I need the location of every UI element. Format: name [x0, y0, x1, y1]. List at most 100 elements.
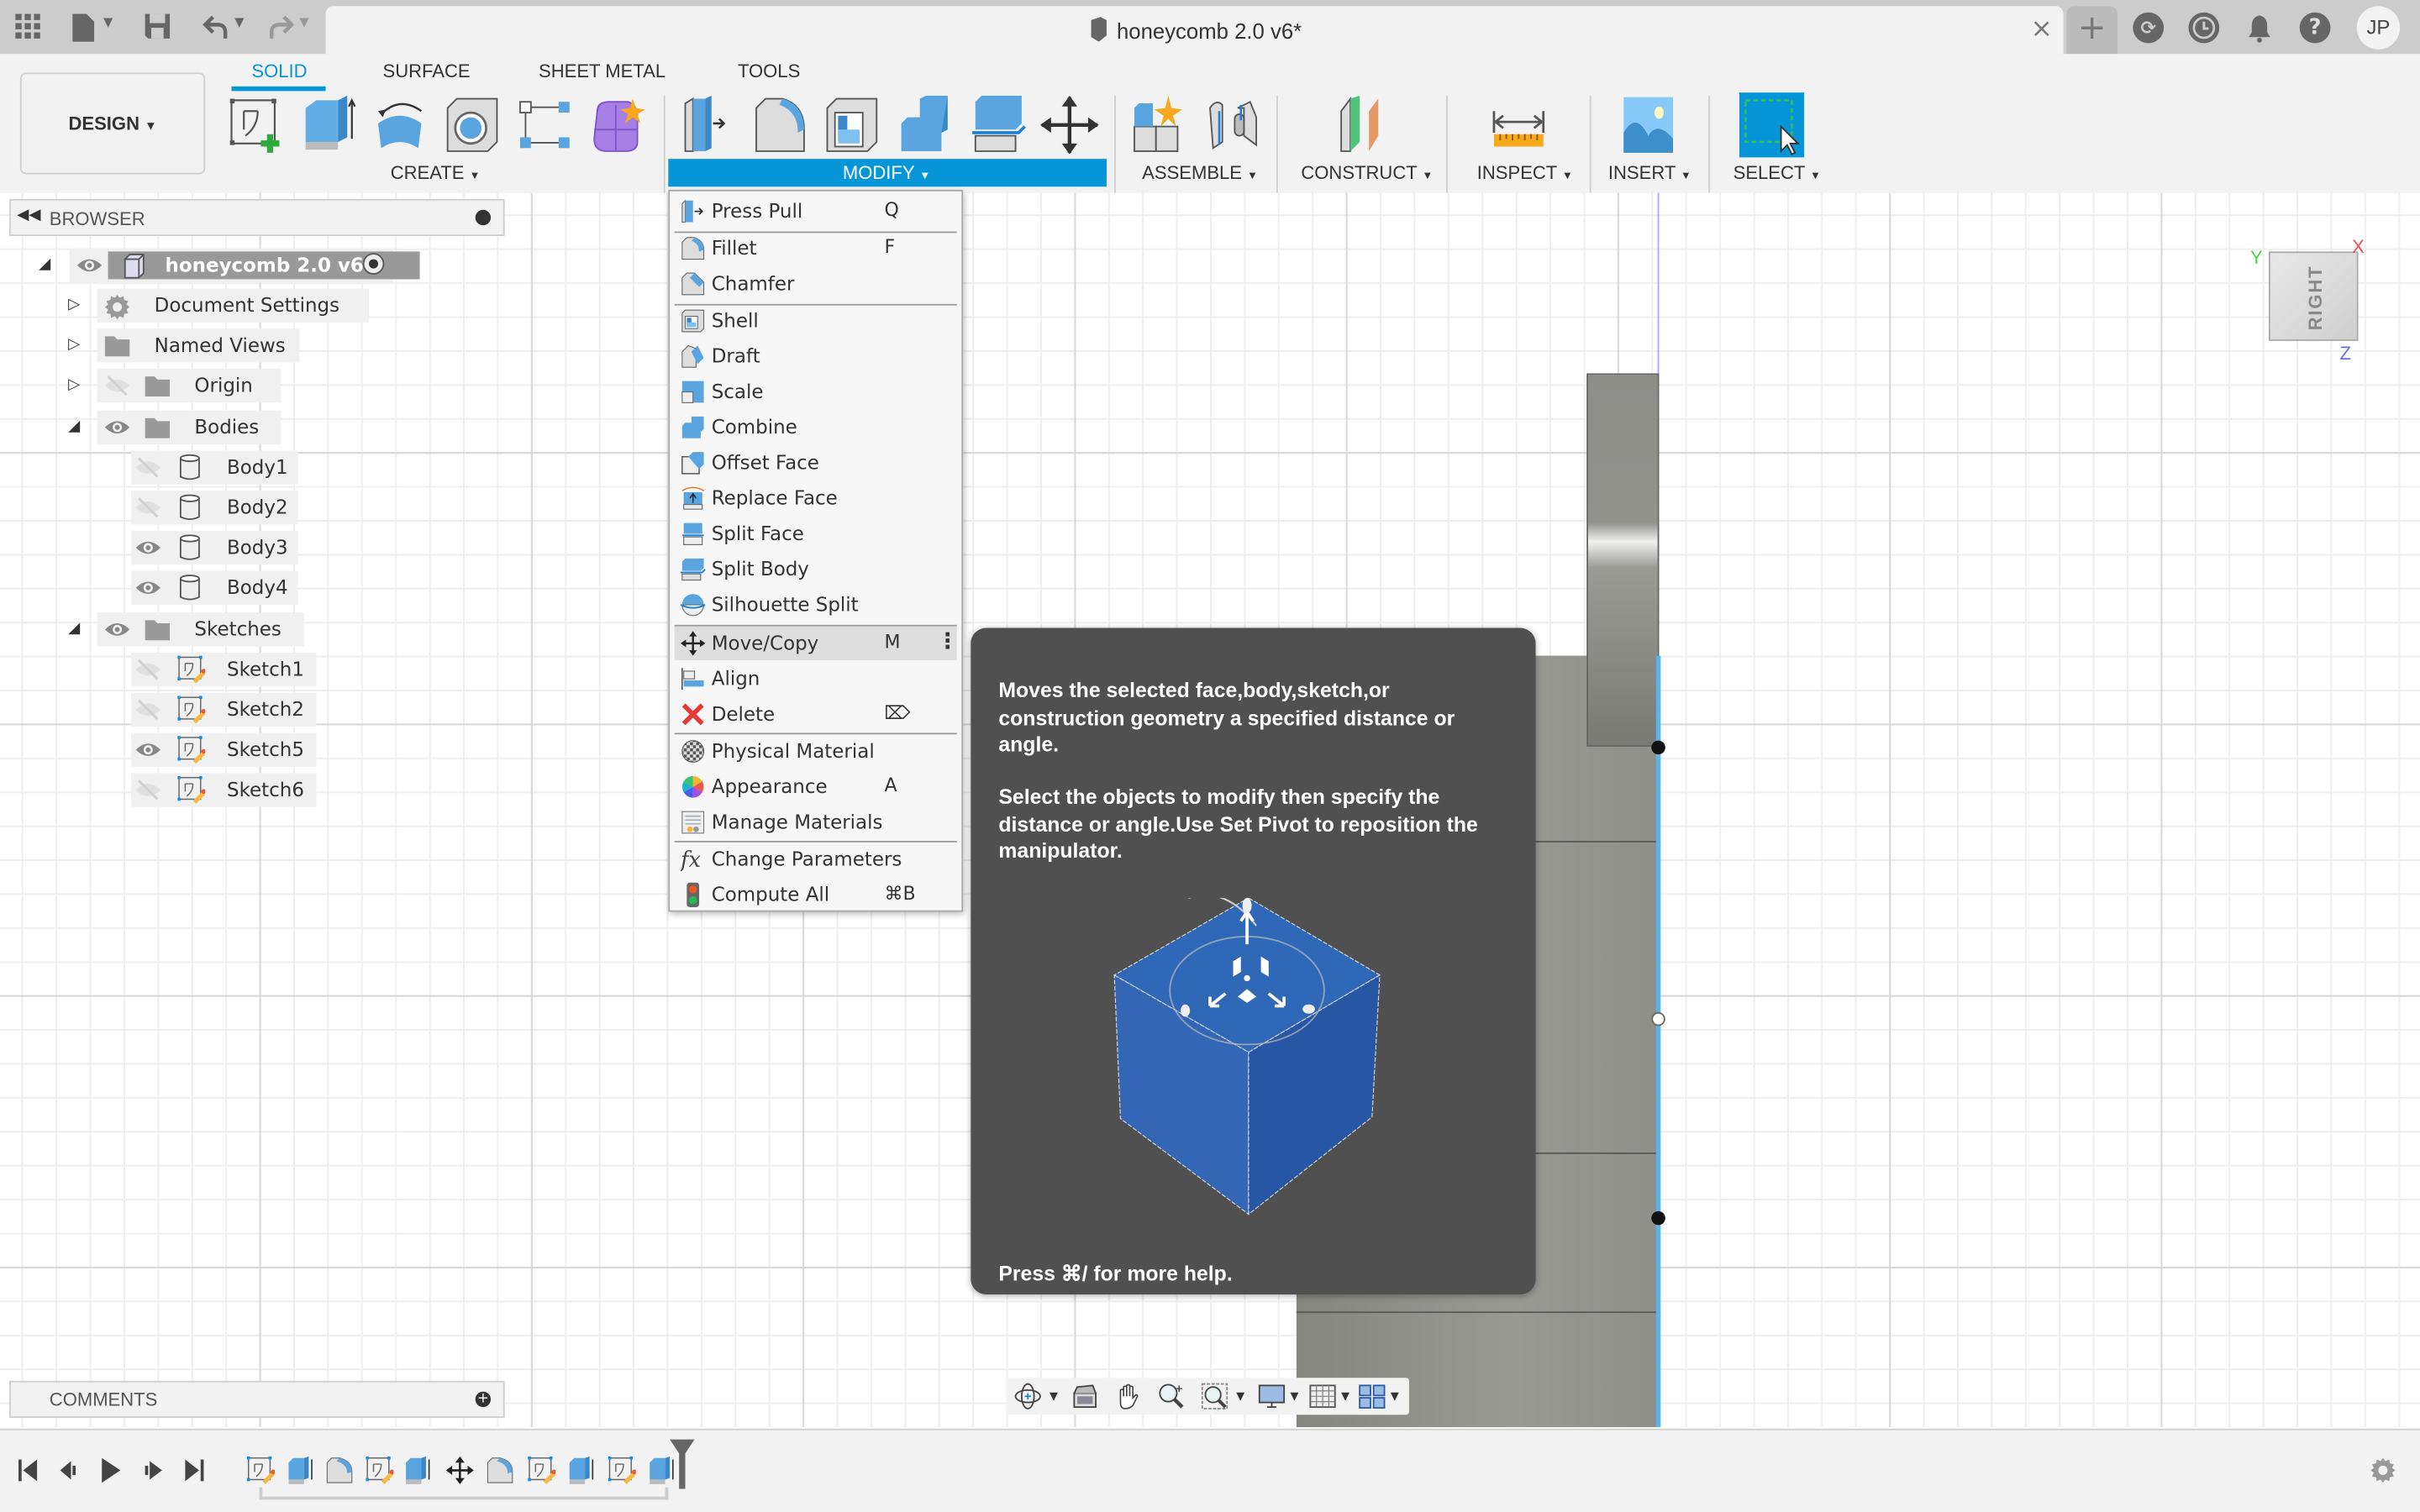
- new-tab-button[interactable]: +: [2066, 6, 2118, 55]
- display-settings-icon[interactable]: [1258, 1383, 1286, 1410]
- orbit-caret-icon[interactable]: ▼: [1050, 1390, 1058, 1403]
- browser-node-named-views[interactable]: Named Views: [97, 328, 299, 363]
- file-icon[interactable]: [68, 13, 99, 44]
- extrude-icon[interactable]: [301, 95, 360, 155]
- insert-menu[interactable]: INSERT ▼: [1608, 162, 1691, 184]
- menu-item-draft[interactable]: Draft: [675, 340, 957, 374]
- sketch-node-sketch5[interactable]: Sketch5: [131, 732, 317, 768]
- timeline-feature-fillet-icon[interactable]: [326, 1457, 354, 1484]
- redo-caret-icon[interactable]: ▼: [299, 15, 308, 29]
- grid-settings-icon[interactable]: [1309, 1383, 1337, 1410]
- hidden-eye-icon[interactable]: [134, 780, 162, 801]
- menu-item-replace-face[interactable]: Replace Face: [675, 482, 957, 516]
- visibility-eye-icon[interactable]: [134, 739, 162, 761]
- browser-node-origin[interactable]: Origin: [97, 369, 281, 404]
- collapse-browser-icon[interactable]: ◀◀: [17, 207, 40, 223]
- selected-edge[interactable]: [1655, 655, 1661, 1427]
- expand-arrow-icon[interactable]: ▷: [65, 377, 83, 394]
- expand-arrow-icon[interactable]: ◢: [35, 256, 54, 273]
- create-form-icon[interactable]: [588, 96, 647, 155]
- timeline-feature-fillet-icon[interactable]: [487, 1457, 514, 1484]
- menu-item-move-copy[interactable]: Move/Copy M ⋮: [674, 625, 959, 660]
- timeline-feature-extrude-icon[interactable]: [287, 1456, 315, 1484]
- undo-caret-icon[interactable]: ▼: [234, 15, 244, 29]
- viewcube[interactable]: RIGHT: [2268, 251, 2360, 343]
- workspace-switcher-button[interactable]: DESIGN ▼: [19, 72, 206, 175]
- menu-item-press-pull[interactable]: Press Pull Q: [675, 194, 957, 228]
- visibility-eye-icon[interactable]: [103, 416, 131, 438]
- visibility-eye-icon[interactable]: [134, 578, 162, 600]
- menu-item-split-body[interactable]: Split Body: [675, 553, 957, 586]
- expand-arrow-icon[interactable]: ▷: [65, 337, 83, 354]
- hidden-eye-icon[interactable]: [134, 699, 162, 721]
- menu-item-scale[interactable]: Scale: [675, 375, 957, 409]
- tab-surface[interactable]: SURFACE: [383, 60, 471, 82]
- zoom-window-icon[interactable]: [1201, 1383, 1228, 1410]
- zoom-caret-icon[interactable]: ▼: [1236, 1390, 1244, 1403]
- menu-item-appearance[interactable]: Appearance A: [675, 769, 957, 803]
- vertex-point[interactable]: [1651, 740, 1665, 755]
- collapse-arrow-icon[interactable]: ◢: [65, 417, 83, 434]
- visibility-eye-icon[interactable]: [76, 255, 103, 276]
- visibility-eye-icon[interactable]: [103, 618, 131, 640]
- sketch-node-sketch6[interactable]: Sketch6: [131, 773, 317, 808]
- timeline-feature-extrude-icon[interactable]: [648, 1456, 676, 1484]
- viewports-caret-icon[interactable]: ▼: [1391, 1390, 1399, 1403]
- menu-item-fillet[interactable]: Fillet F: [675, 232, 957, 265]
- combine-icon[interactable]: [895, 95, 954, 155]
- extensions-icon[interactable]: ⟳: [2133, 12, 2165, 44]
- menu-item-manage-materials[interactable]: Manage Materials: [675, 805, 957, 838]
- expand-arrow-icon[interactable]: ▷: [65, 297, 83, 313]
- save-icon[interactable]: [142, 13, 173, 44]
- undo-icon[interactable]: [201, 13, 232, 44]
- minimize-panel-icon[interactable]: [475, 209, 492, 226]
- step-back-icon[interactable]: [57, 1458, 82, 1483]
- menu-item-silhouette-split[interactable]: Silhouette Split: [675, 589, 957, 622]
- body-node-body2[interactable]: Body2: [131, 491, 298, 525]
- browser-node-document-settings[interactable]: Document Settings: [97, 288, 370, 323]
- menu-item-combine[interactable]: Combine: [675, 411, 957, 444]
- menu-item-compute-all[interactable]: Compute All ⌘B: [675, 878, 957, 911]
- tab-solid[interactable]: SOLID: [251, 60, 307, 82]
- select-menu[interactable]: SELECT ▼: [1733, 162, 1821, 184]
- timeline-feature-move-icon[interactable]: [445, 1456, 474, 1484]
- shell-icon[interactable]: [824, 96, 883, 155]
- modify-menu[interactable]: MODIFY ▼: [843, 162, 930, 184]
- create-menu[interactable]: CREATE ▼: [391, 162, 481, 184]
- timeline-feature-extrude-icon[interactable]: [568, 1456, 596, 1484]
- menu-item-physical-material[interactable]: Physical Material: [675, 734, 957, 768]
- display-caret-icon[interactable]: ▼: [1291, 1390, 1299, 1403]
- tab-tools[interactable]: TOOLS: [738, 60, 800, 82]
- visibility-eye-icon[interactable]: [134, 538, 162, 559]
- activate-component-icon[interactable]: [362, 253, 385, 275]
- go-to-end-icon[interactable]: [182, 1458, 207, 1483]
- browser-node-sketches[interactable]: Sketches: [97, 612, 304, 646]
- timeline-feature-sketch-icon[interactable]: [608, 1456, 637, 1484]
- redo-icon[interactable]: [266, 13, 297, 44]
- create-sketch-icon[interactable]: [227, 96, 286, 155]
- go-to-start-icon[interactable]: [15, 1458, 39, 1483]
- body-node-body3[interactable]: Body3: [131, 531, 298, 565]
- timeline-feature-extrude-icon[interactable]: [404, 1456, 432, 1484]
- joint-icon[interactable]: [1204, 96, 1263, 155]
- inspect-menu[interactable]: INSPECT ▼: [1477, 162, 1573, 184]
- user-avatar[interactable]: JP: [2356, 6, 2401, 50]
- move-copy-icon[interactable]: [1039, 95, 1099, 155]
- timeline-marker-handle[interactable]: [670, 1439, 695, 1489]
- expand-comments-icon[interactable]: +: [475, 1391, 492, 1408]
- fillet-icon[interactable]: [751, 96, 810, 155]
- menu-item-delete[interactable]: Delete ⌦: [675, 696, 957, 730]
- browser-root-node[interactable]: honeycomb 2.0 v6: [69, 248, 420, 283]
- collapse-arrow-icon[interactable]: ◢: [65, 620, 83, 637]
- construct-menu[interactable]: CONSTRUCT ▼: [1301, 162, 1433, 184]
- document-tab[interactable]: honeycomb 2.0 v6* ×: [325, 6, 2064, 55]
- menu-item-align[interactable]: Align: [675, 661, 957, 695]
- hidden-eye-icon[interactable]: [134, 456, 162, 478]
- orbit-icon[interactable]: [1014, 1383, 1042, 1410]
- split-body-icon[interactable]: [969, 95, 1028, 155]
- timeline-settings-gear-icon[interactable]: [2369, 1457, 2396, 1484]
- window-select-icon[interactable]: [1739, 92, 1805, 158]
- insert-canvas-icon[interactable]: [1621, 96, 1680, 155]
- viewcube-face[interactable]: RIGHT: [2270, 253, 2360, 343]
- model-fin-body[interactable]: [1586, 373, 1660, 747]
